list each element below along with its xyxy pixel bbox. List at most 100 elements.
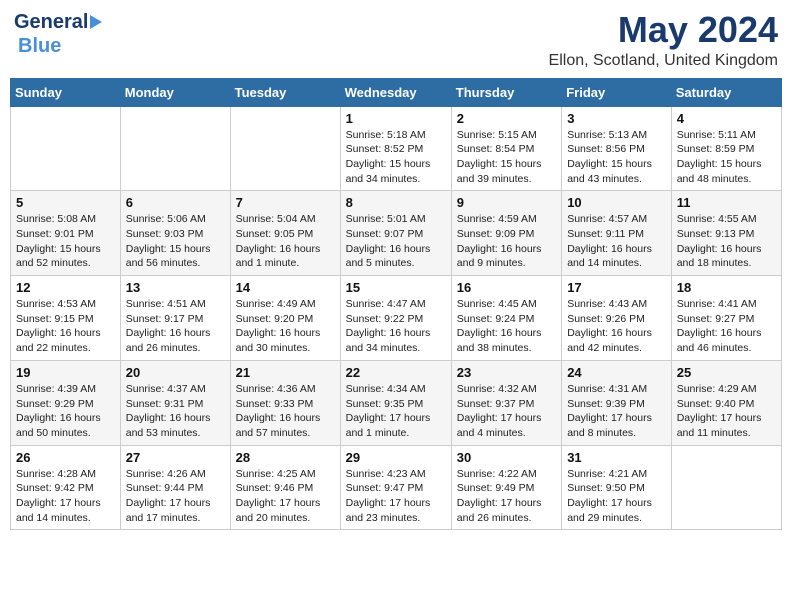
day-number: 21 bbox=[236, 365, 335, 380]
day-number: 2 bbox=[457, 111, 556, 126]
day-info: Sunrise: 4:26 AMSunset: 9:44 PMDaylight:… bbox=[126, 467, 225, 526]
calendar-header-row: Sunday Monday Tuesday Wednesday Thursday… bbox=[11, 78, 782, 106]
calendar-week-row: 1 Sunrise: 5:18 AMSunset: 8:52 PMDaylight… bbox=[11, 106, 782, 191]
calendar-cell: 10Sunrise: 4:57 AMSunset: 9:11 PMDayligh… bbox=[562, 191, 672, 276]
calendar-week-row: 12 Sunrise: 4:53 AMSunset: 9:15 PMDayligh… bbox=[11, 276, 782, 361]
day-number: 26 bbox=[16, 450, 115, 465]
day-number: 12 bbox=[16, 280, 115, 295]
col-sunday: Sunday bbox=[11, 78, 121, 106]
calendar-cell: 4Sunrise: 5:11 AMSunset: 8:59 PMDaylight… bbox=[671, 106, 781, 191]
month-title: May 2024 bbox=[549, 10, 778, 50]
day-number: 17 bbox=[567, 280, 666, 295]
day-info: Sunrise: 5:04 AMSunset: 9:05 PMDaylight:… bbox=[236, 212, 335, 271]
day-number: 25 bbox=[677, 365, 776, 380]
day-number: 27 bbox=[126, 450, 225, 465]
calendar-table: Sunday Monday Tuesday Wednesday Thursday… bbox=[10, 78, 782, 531]
day-number: 28 bbox=[236, 450, 335, 465]
day-number: 5 bbox=[16, 195, 115, 210]
calendar-cell: 31Sunrise: 4:21 AMSunset: 9:50 PMDayligh… bbox=[562, 445, 672, 530]
calendar-cell: 26 Sunrise: 4:28 AMSunset: 9:42 PMDayligh… bbox=[11, 445, 121, 530]
day-info: Sunrise: 4:28 AMSunset: 9:42 PMDaylight:… bbox=[16, 467, 115, 526]
day-info: Sunrise: 4:31 AMSunset: 9:39 PMDaylight:… bbox=[567, 382, 666, 441]
day-info: Sunrise: 5:08 AMSunset: 9:01 PMDaylight:… bbox=[16, 212, 115, 271]
calendar-cell: 19 Sunrise: 4:39 AMSunset: 9:29 PMDayligh… bbox=[11, 360, 121, 445]
day-info: Sunrise: 4:47 AMSunset: 9:22 PMDaylight:… bbox=[346, 297, 446, 356]
calendar-week-row: 26 Sunrise: 4:28 AMSunset: 9:42 PMDayligh… bbox=[11, 445, 782, 530]
day-number: 22 bbox=[346, 365, 446, 380]
day-info: Sunrise: 4:55 AMSunset: 9:13 PMDaylight:… bbox=[677, 212, 776, 271]
calendar-cell: 3 Sunrise: 5:13 AMSunset: 8:56 PMDaylight… bbox=[562, 106, 672, 191]
calendar-cell: 29Sunrise: 4:23 AMSunset: 9:47 PMDayligh… bbox=[340, 445, 451, 530]
day-number: 20 bbox=[126, 365, 225, 380]
day-number: 19 bbox=[16, 365, 115, 380]
col-friday: Friday bbox=[562, 78, 672, 106]
day-number: 31 bbox=[567, 450, 666, 465]
calendar-cell bbox=[11, 106, 121, 191]
day-info: Sunrise: 5:06 AMSunset: 9:03 PMDaylight:… bbox=[126, 212, 225, 271]
day-info: Sunrise: 4:45 AMSunset: 9:24 PMDaylight:… bbox=[457, 297, 556, 356]
logo-arrow-icon bbox=[90, 15, 102, 29]
calendar-cell: 16 Sunrise: 4:45 AMSunset: 9:24 PMDayligh… bbox=[451, 276, 561, 361]
calendar-cell: 22 Sunrise: 4:34 AMSunset: 9:35 PMDayligh… bbox=[340, 360, 451, 445]
day-info: Sunrise: 4:53 AMSunset: 9:15 PMDaylight:… bbox=[16, 297, 115, 356]
day-number: 11 bbox=[677, 195, 776, 210]
day-number: 15 bbox=[346, 280, 446, 295]
logo-blue-text: Blue bbox=[18, 35, 61, 57]
calendar-cell: 21 Sunrise: 4:36 AMSunset: 9:33 PMDayligh… bbox=[230, 360, 340, 445]
calendar-cell: 9 Sunrise: 4:59 AMSunset: 9:09 PMDaylight… bbox=[451, 191, 561, 276]
calendar-cell: 25 Sunrise: 4:29 AMSunset: 9:40 PMDayligh… bbox=[671, 360, 781, 445]
col-thursday: Thursday bbox=[451, 78, 561, 106]
calendar-cell: 12 Sunrise: 4:53 AMSunset: 9:15 PMDayligh… bbox=[11, 276, 121, 361]
day-info: Sunrise: 4:41 AMSunset: 9:27 PMDaylight:… bbox=[677, 297, 776, 356]
day-number: 29 bbox=[346, 450, 446, 465]
day-number: 16 bbox=[457, 280, 556, 295]
col-saturday: Saturday bbox=[671, 78, 781, 106]
day-info: Sunrise: 4:59 AMSunset: 9:09 PMDaylight:… bbox=[457, 212, 556, 271]
day-info: Sunrise: 5:01 AMSunset: 9:07 PMDaylight:… bbox=[346, 212, 446, 271]
day-info: Sunrise: 4:49 AMSunset: 9:20 PMDaylight:… bbox=[236, 297, 335, 356]
day-number: 8 bbox=[346, 195, 446, 210]
day-number: 7 bbox=[236, 195, 335, 210]
calendar-week-row: 5 Sunrise: 5:08 AMSunset: 9:01 PMDaylight… bbox=[11, 191, 782, 276]
calendar-cell: 17 Sunrise: 4:43 AMSunset: 9:26 PMDayligh… bbox=[562, 276, 672, 361]
day-info: Sunrise: 4:34 AMSunset: 9:35 PMDaylight:… bbox=[346, 382, 446, 441]
day-info: Sunrise: 5:13 AMSunset: 8:56 PMDaylight:… bbox=[567, 128, 666, 187]
calendar-cell: 18 Sunrise: 4:41 AMSunset: 9:27 PMDayligh… bbox=[671, 276, 781, 361]
location-title: Ellon, Scotland, United Kingdom bbox=[549, 52, 778, 70]
logo-general-text: General bbox=[14, 10, 88, 34]
day-number: 10 bbox=[567, 195, 666, 210]
day-info: Sunrise: 4:32 AMSunset: 9:37 PMDaylight:… bbox=[457, 382, 556, 441]
col-wednesday: Wednesday bbox=[340, 78, 451, 106]
calendar-cell: 5 Sunrise: 5:08 AMSunset: 9:01 PMDaylight… bbox=[11, 191, 121, 276]
calendar-cell: 6 Sunrise: 5:06 AMSunset: 9:03 PMDaylight… bbox=[120, 191, 230, 276]
day-number: 1 bbox=[346, 111, 446, 126]
calendar-cell: 14 Sunrise: 4:49 AMSunset: 9:20 PMDayligh… bbox=[230, 276, 340, 361]
title-block: May 2024 Ellon, Scotland, United Kingdom bbox=[549, 10, 778, 70]
calendar-week-row: 19 Sunrise: 4:39 AMSunset: 9:29 PMDayligh… bbox=[11, 360, 782, 445]
day-number: 13 bbox=[126, 280, 225, 295]
col-monday: Monday bbox=[120, 78, 230, 106]
calendar-cell: 13 Sunrise: 4:51 AMSunset: 9:17 PMDayligh… bbox=[120, 276, 230, 361]
day-number: 14 bbox=[236, 280, 335, 295]
logo: General Blue bbox=[14, 10, 102, 58]
day-info: Sunrise: 4:51 AMSunset: 9:17 PMDaylight:… bbox=[126, 297, 225, 356]
day-info: Sunrise: 4:29 AMSunset: 9:40 PMDaylight:… bbox=[677, 382, 776, 441]
day-number: 6 bbox=[126, 195, 225, 210]
day-number: 30 bbox=[457, 450, 556, 465]
calendar-cell: 11 Sunrise: 4:55 AMSunset: 9:13 PMDayligh… bbox=[671, 191, 781, 276]
day-info: Sunrise: 4:43 AMSunset: 9:26 PMDaylight:… bbox=[567, 297, 666, 356]
day-number: 9 bbox=[457, 195, 556, 210]
calendar-cell bbox=[120, 106, 230, 191]
day-number: 18 bbox=[677, 280, 776, 295]
day-info: Sunrise: 5:18 AMSunset: 8:52 PMDaylight:… bbox=[346, 128, 446, 187]
day-info: Sunrise: 4:36 AMSunset: 9:33 PMDaylight:… bbox=[236, 382, 335, 441]
day-info: Sunrise: 4:22 AMSunset: 9:49 PMDaylight:… bbox=[457, 467, 556, 526]
day-info: Sunrise: 5:15 AMSunset: 8:54 PMDaylight:… bbox=[457, 128, 556, 187]
calendar-cell: 7 Sunrise: 5:04 AMSunset: 9:05 PMDaylight… bbox=[230, 191, 340, 276]
calendar-cell bbox=[230, 106, 340, 191]
calendar-cell bbox=[671, 445, 781, 530]
day-info: Sunrise: 4:39 AMSunset: 9:29 PMDaylight:… bbox=[16, 382, 115, 441]
day-number: 3 bbox=[567, 111, 666, 126]
day-info: Sunrise: 5:11 AMSunset: 8:59 PMDaylight:… bbox=[677, 128, 776, 187]
calendar-cell: 30 Sunrise: 4:22 AMSunset: 9:49 PMDayligh… bbox=[451, 445, 561, 530]
